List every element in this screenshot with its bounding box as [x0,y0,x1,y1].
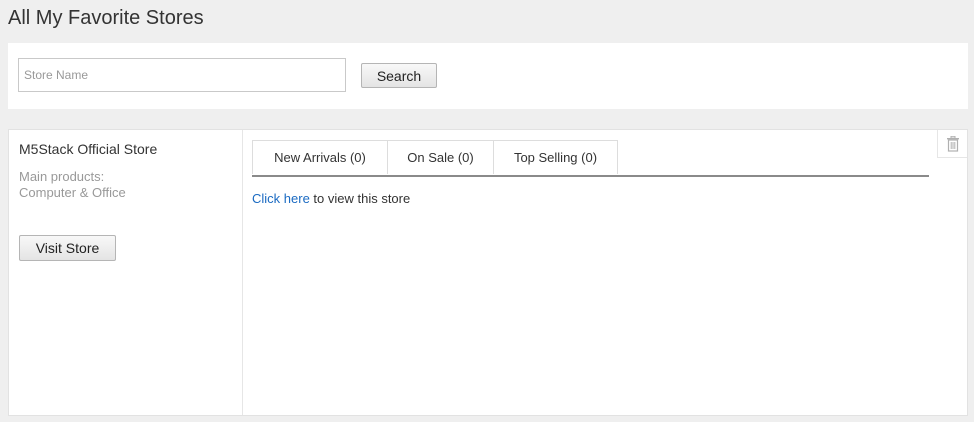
search-button[interactable]: Search [361,63,437,88]
search-panel: Search [8,43,968,109]
store-name-search-input[interactable] [18,58,346,92]
tab-top-selling[interactable]: Top Selling (0) [493,140,618,174]
store-tabs: New Arrivals (0) On Sale (0) Top Selling… [252,140,929,177]
click-here-link[interactable]: Click here [252,191,310,206]
main-products-label: Main products: [19,169,105,184]
view-store-message: Click here to view this store [252,191,410,206]
page-title: All My Favorite Stores [8,7,204,29]
view-store-text: to view this store [309,191,411,206]
store-name: M5Stack Official Store [19,141,158,157]
delete-store-button[interactable] [937,130,967,158]
main-products-value: Computer & Office [19,185,126,200]
tab-new-arrivals[interactable]: New Arrivals (0) [252,140,388,174]
trash-icon [947,136,959,152]
store-info-column: M5Stack Official Store Main products: Co… [9,130,243,415]
store-card: M5Stack Official Store Main products: Co… [8,129,968,416]
tab-on-sale[interactable]: On Sale (0) [387,140,494,174]
visit-store-button[interactable]: Visit Store [19,235,116,261]
